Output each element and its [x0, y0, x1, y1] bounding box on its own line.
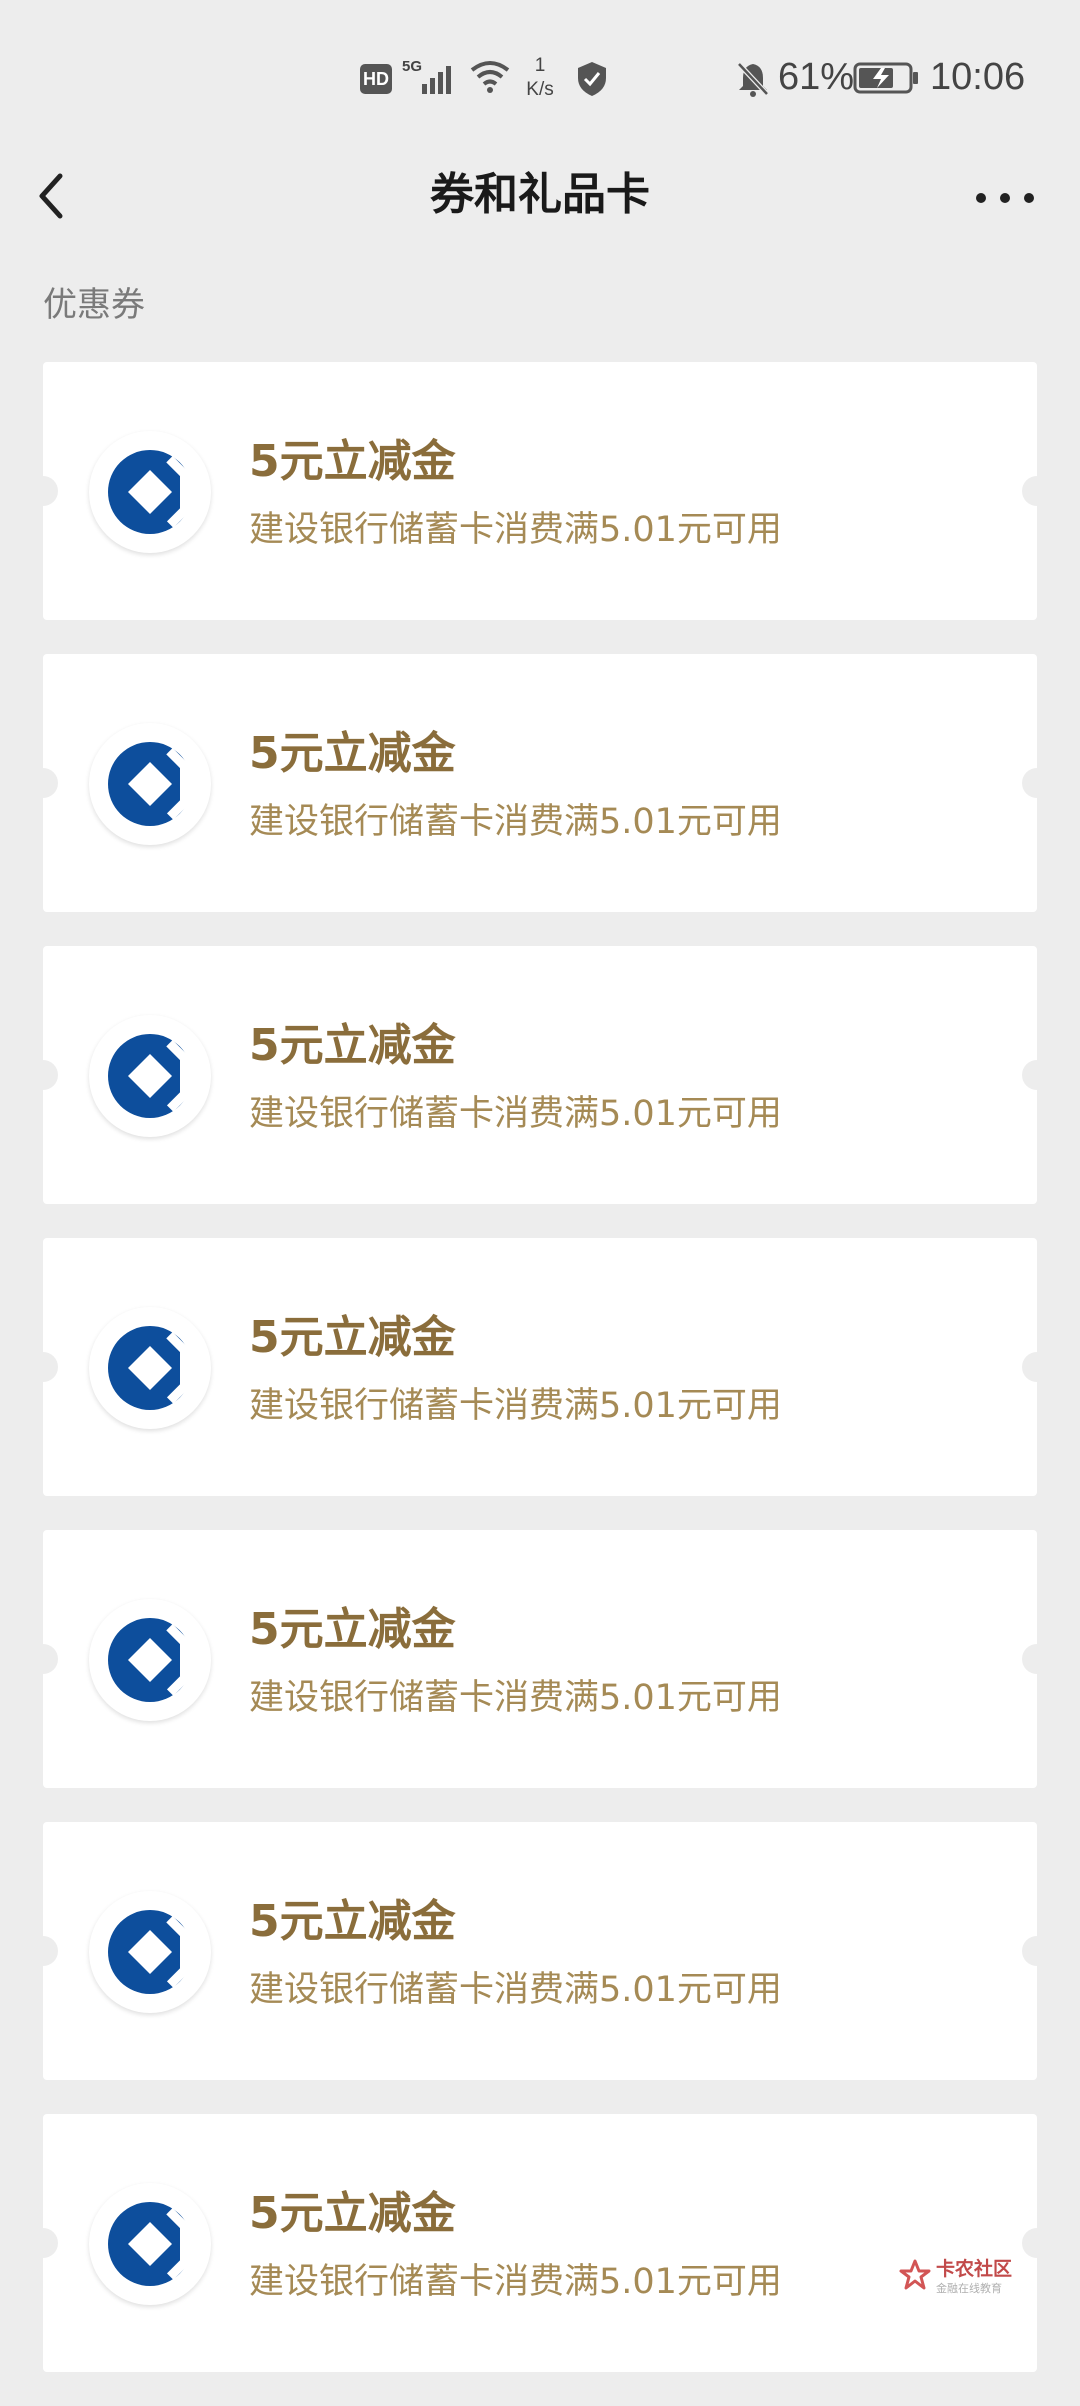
- battery-percent: 61%: [778, 56, 855, 98]
- coupon-description: 建设银行储蓄卡消费满5.01元可用: [249, 1094, 782, 1134]
- ccb-logo-icon: [89, 431, 211, 553]
- watermark-sub-text: 金融在线教育: [936, 2282, 1002, 2295]
- coupon-title: 5元立减金: [249, 1312, 456, 1363]
- coupon-notch-left: [28, 2228, 58, 2258]
- coupon-card[interactable]: 5元立减金 建设银行储蓄卡消费满5.01元可用: [28, 362, 1052, 620]
- shield-icon: [575, 60, 609, 103]
- coupon-description: 建设银行储蓄卡消费满5.01元可用: [249, 1386, 782, 1426]
- coupon-notch-left: [28, 1936, 58, 1966]
- coupon-notch-right: [1022, 476, 1052, 506]
- coupon-card[interactable]: 5元立减金 建设银行储蓄卡消费满5.01元可用: [28, 946, 1052, 1204]
- cell-signal-icon: [420, 60, 460, 101]
- watermark: 卡农社区 金融在线教育: [898, 2252, 1028, 2302]
- coupon-notch-left: [28, 768, 58, 798]
- coupon-description: 建设银行储蓄卡消费满5.01元可用: [249, 510, 782, 550]
- coupon-card[interactable]: 5元立减金 建设银行储蓄卡消费满5.01元可用: [28, 1238, 1052, 1496]
- ccb-logo-icon: [89, 1015, 211, 1137]
- wifi-icon: [468, 58, 512, 99]
- coupon-notch-right: [1022, 1060, 1052, 1090]
- coupon-notch-left: [28, 476, 58, 506]
- network-speed: 1 K/s: [520, 54, 560, 102]
- status-bar: HD 5G 1 K/s 61% 10:06: [0, 0, 1080, 150]
- coupon-notch-right: [1022, 768, 1052, 798]
- watermark-logo-icon: [898, 2258, 932, 2296]
- speed-unit: K/s: [526, 79, 554, 100]
- ccb-logo-icon: [89, 1307, 211, 1429]
- coupon-card[interactable]: 5元立减金 建设银行储蓄卡消费满5.01元可用: [28, 2114, 1052, 2372]
- more-dots-icon[interactable]: [970, 178, 1040, 218]
- battery-charging-icon: [853, 62, 919, 99]
- ccb-logo-icon: [89, 2183, 211, 2305]
- coupon-notch-left: [28, 1644, 58, 1674]
- coupon-title: 5元立减金: [249, 436, 456, 487]
- coupon-title: 5元立减金: [249, 1020, 456, 1071]
- coupon-description: 建设银行储蓄卡消费满5.01元可用: [249, 2262, 782, 2302]
- coupon-card[interactable]: 5元立减金 建设银行储蓄卡消费满5.01元可用: [28, 1822, 1052, 2080]
- coupon-description: 建设银行储蓄卡消费满5.01元可用: [249, 802, 782, 842]
- speed-value: 1: [534, 55, 546, 76]
- section-label-coupons: 优惠券: [43, 285, 145, 325]
- network-type-label: 5G: [402, 58, 423, 75]
- coupon-title: 5元立减金: [249, 728, 456, 779]
- coupon-title: 5元立减金: [249, 1896, 456, 1947]
- coupon-notch-right: [1022, 1936, 1052, 1966]
- hd-icon: HD: [360, 64, 392, 94]
- bell-muted-icon: [735, 60, 771, 103]
- coupon-description: 建设银行储蓄卡消费满5.01元可用: [249, 1970, 782, 2010]
- coupon-title: 5元立减金: [249, 2188, 456, 2239]
- coupon-notch-left: [28, 1352, 58, 1382]
- coupon-list: 5元立减金 建设银行储蓄卡消费满5.01元可用 5元立减金 建设银行储蓄卡消费满…: [28, 362, 1052, 2406]
- coupon-card[interactable]: 5元立减金 建设银行储蓄卡消费满5.01元可用: [28, 654, 1052, 912]
- top-nav-bar: 券和礼品卡: [0, 150, 1080, 250]
- page-title: 券和礼品卡: [430, 169, 650, 220]
- coupon-notch-right: [1022, 1644, 1052, 1674]
- watermark-main-text: 卡农社区: [936, 2258, 1013, 2280]
- coupon-description: 建设银行储蓄卡消费满5.01元可用: [249, 1678, 782, 1718]
- coupon-notch-left: [28, 1060, 58, 1090]
- coupon-card[interactable]: 5元立减金 建设银行储蓄卡消费满5.01元可用: [28, 1530, 1052, 1788]
- ccb-logo-icon: [89, 1891, 211, 2013]
- coupon-notch-right: [1022, 1352, 1052, 1382]
- ccb-logo-icon: [89, 1599, 211, 1721]
- coupon-title: 5元立减金: [249, 1604, 456, 1655]
- ccb-logo-icon: [89, 723, 211, 845]
- clock-time: 10:06: [930, 56, 1026, 98]
